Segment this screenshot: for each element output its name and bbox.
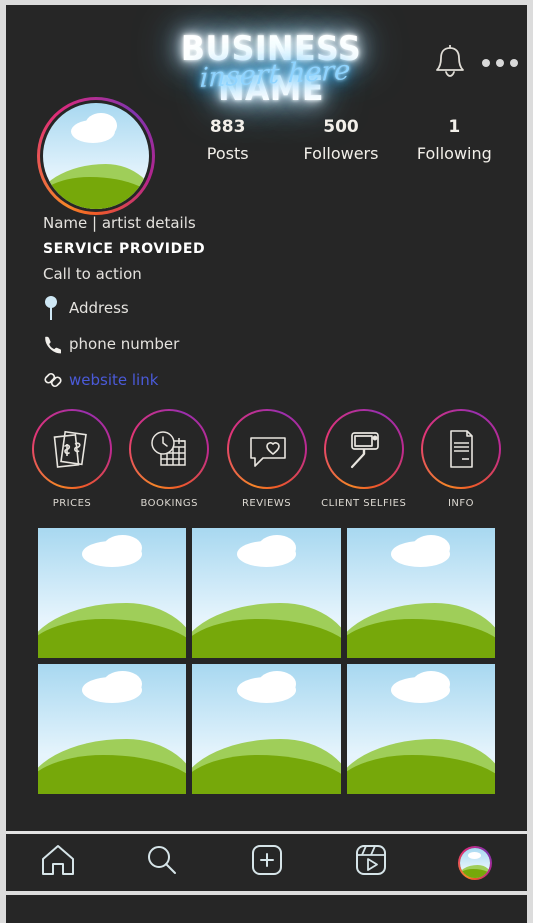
nav-avatar-inner: [459, 847, 490, 878]
profile-summary: 883 Posts 500 Followers 1 Following: [6, 97, 527, 215]
page-root: BUSINESS NAME insert here 883 Posts 500 …: [0, 0, 533, 923]
post-image-placeholder: [346, 664, 495, 794]
profile-header: BUSINESS NAME insert here: [6, 5, 527, 109]
following-label: Following: [416, 144, 492, 163]
highlight-ring: [226, 409, 307, 489]
cloud-shape: [257, 534, 297, 561]
avatar[interactable]: [37, 97, 155, 215]
cloud-shape: [103, 534, 142, 561]
bio-website-text[interactable]: website link: [69, 371, 158, 389]
cloud-shape: [411, 670, 451, 697]
search-icon: [144, 843, 180, 882]
highlight-ring: [32, 409, 112, 489]
stat-posts[interactable]: 883 Posts: [171, 117, 284, 163]
story-highlights: PRICES BOOKINGS REVIEWS CLIENT SELFIES I…: [6, 395, 527, 509]
cloud-shape: [103, 670, 142, 697]
highlight-info[interactable]: INFO: [417, 409, 505, 509]
post-image-placeholder: [192, 664, 341, 794]
cloud-shape: [467, 851, 481, 859]
money-bills-icon: [34, 411, 110, 487]
profile-avatar-icon: [457, 845, 492, 880]
nav-profile[interactable]: [423, 845, 527, 880]
posts-label: Posts: [206, 144, 249, 163]
nav-search[interactable]: [110, 843, 214, 882]
profile-bio: Name | artist details SERVICE PROVIDED C…: [6, 197, 527, 395]
bio-cta-line: Call to action: [43, 265, 142, 283]
avatar-image-placeholder: [43, 103, 149, 209]
dot-1: [482, 59, 490, 67]
clock-calendar-icon: [131, 411, 208, 487]
selfie-stick-icon: [325, 411, 402, 487]
phone-icon: [43, 335, 69, 354]
highlight-ring: [129, 409, 210, 489]
bio-address-text: Address: [69, 299, 129, 317]
bio-phone-row[interactable]: phone number: [43, 329, 527, 359]
highlight-label: INFO: [447, 498, 475, 509]
bio-service-line: SERVICE PROVIDED: [43, 241, 206, 257]
followers-count: 500: [323, 117, 359, 137]
stat-following[interactable]: 1 Following: [398, 117, 511, 163]
avatar-inner: [40, 100, 152, 212]
highlight-client-selfies[interactable]: CLIENT SELFIES: [320, 409, 408, 509]
bottom-strip: [6, 895, 527, 923]
post-tile[interactable]: [346, 664, 495, 794]
add-post-icon: [250, 843, 284, 882]
location-pin-icon: [43, 295, 69, 321]
post-image-placeholder: [192, 528, 341, 658]
nav-create[interactable]: [214, 843, 318, 882]
highlight-label: BOOKINGS: [140, 498, 198, 509]
more-options-icon[interactable]: [482, 59, 518, 67]
home-icon: [40, 843, 76, 882]
bio-address-row[interactable]: Address: [43, 293, 527, 323]
nav-home[interactable]: [6, 843, 110, 882]
post-image-placeholder: [38, 664, 187, 794]
link-icon: [43, 370, 69, 390]
highlight-label: CLIENT SELFIES: [321, 498, 407, 509]
cloud-shape: [85, 112, 118, 138]
bottom-navigation: [6, 831, 527, 891]
post-image-placeholder: [38, 528, 187, 658]
highlight-label: REVIEWS: [241, 498, 292, 509]
highlight-prices[interactable]: PRICES: [28, 409, 116, 509]
dot-3: [510, 59, 518, 67]
following-count: 1: [448, 117, 461, 137]
highlight-ring: [323, 409, 404, 489]
document-icon: [423, 411, 499, 487]
posts-count: 883: [209, 117, 246, 137]
highlight-ring: [421, 409, 501, 489]
post-tile[interactable]: [38, 528, 187, 658]
cloud-shape: [411, 534, 451, 561]
dot-2: [496, 59, 504, 67]
highlight-reviews[interactable]: REVIEWS: [223, 409, 311, 509]
bio-website-row[interactable]: website link: [43, 365, 527, 395]
reels-icon: [354, 843, 388, 882]
post-image-placeholder: [346, 528, 495, 658]
bell-icon[interactable]: [430, 41, 470, 83]
bio-name-line: Name | artist details: [43, 214, 196, 232]
post-tile[interactable]: [192, 664, 341, 794]
bio-phone-text: phone number: [69, 335, 180, 353]
post-grid: [6, 528, 527, 800]
followers-label: Followers: [303, 144, 379, 163]
speech-bubble-heart-icon: [228, 411, 305, 487]
nav-avatar-image: [459, 847, 490, 878]
nav-reels[interactable]: [319, 843, 423, 882]
highlight-bookings[interactable]: BOOKINGS: [125, 409, 213, 509]
cloud-shape: [257, 670, 297, 697]
post-tile[interactable]: [38, 664, 187, 794]
profile-stats: 883 Posts 500 Followers 1 Following: [171, 117, 511, 163]
post-tile[interactable]: [192, 528, 341, 658]
stat-followers[interactable]: 500 Followers: [284, 117, 397, 163]
post-tile[interactable]: [346, 528, 495, 658]
highlight-label: PRICES: [52, 498, 92, 509]
business-name-logo: BUSINESS NAME insert here: [126, 29, 416, 109]
phone-screen: BUSINESS NAME insert here 883 Posts 500 …: [6, 5, 527, 891]
